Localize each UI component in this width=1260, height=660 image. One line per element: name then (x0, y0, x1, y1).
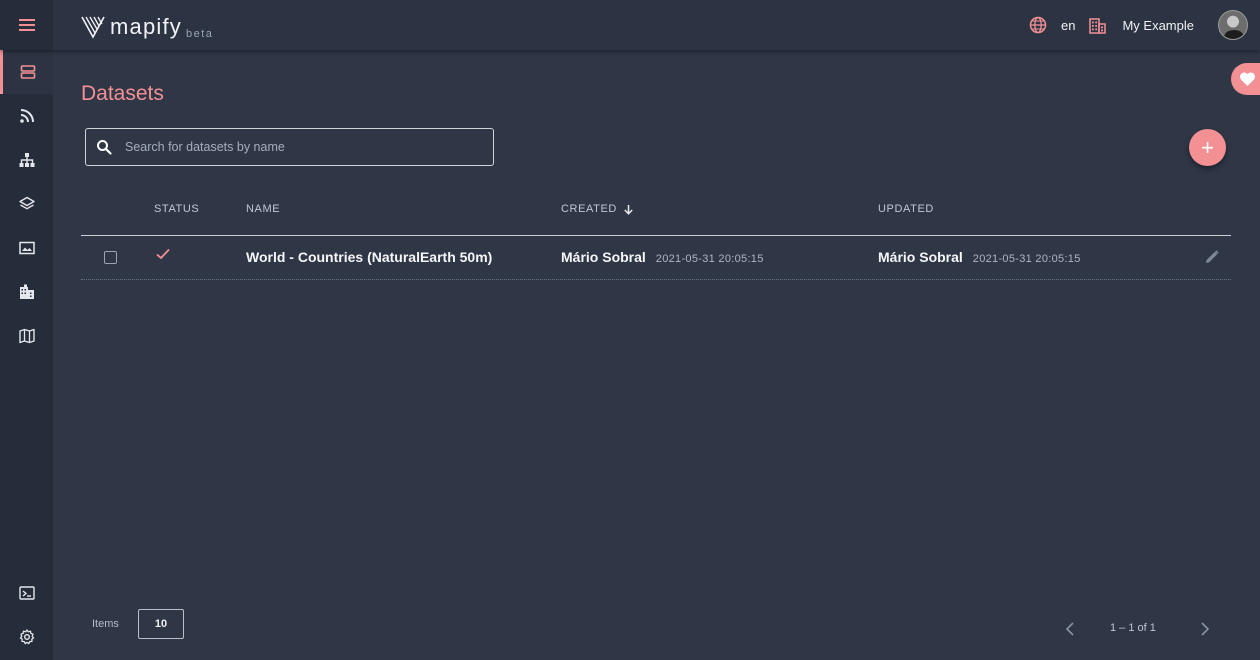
logo-text: mapify (110, 14, 182, 39)
rss-feed-icon (19, 109, 34, 123)
top-bar: mapify beta en My Example (0, 0, 1260, 50)
column-header-name[interactable]: NAME (246, 203, 280, 215)
column-header-updated[interactable]: UPDATED (878, 203, 934, 215)
sort-descending-icon (624, 204, 633, 215)
top-right-actions: en My Example (1029, 0, 1260, 50)
items-per-page-value: 10 (154, 618, 168, 630)
table-row[interactable]: World - Countries (NaturalEarth 50m) Már… (81, 236, 1231, 280)
language-selector[interactable]: en (1061, 18, 1075, 33)
sidebar-item-organizations[interactable] (0, 270, 53, 314)
globe-icon[interactable] (1029, 16, 1047, 34)
search-input[interactable] (125, 140, 465, 154)
heart-icon (1239, 72, 1256, 86)
sidebar-item-settings[interactable] (0, 615, 53, 659)
sidebar (0, 50, 53, 660)
sidebar-item-images[interactable] (0, 226, 53, 270)
sidebar-item-datasets[interactable] (0, 50, 53, 94)
column-label-status: STATUS (154, 203, 200, 215)
image-icon (18, 241, 35, 255)
column-label-updated: UPDATED (878, 203, 934, 215)
pagination-range: 1 – 1 of 1 (1110, 622, 1156, 634)
created-cell: Mário Sobral 2021-05-31 20:05:15 (561, 249, 764, 265)
sidebar-item-maps[interactable] (0, 314, 53, 358)
add-dataset-button[interactable]: + (1189, 129, 1226, 166)
organization-icon[interactable] (1089, 17, 1107, 34)
datasets-icon (20, 65, 36, 79)
terminal-icon (18, 586, 35, 600)
next-page-icon[interactable] (1198, 621, 1212, 637)
mapify-logo-icon (81, 16, 105, 39)
table-header: STATUS NAME CREATED UPDATED (81, 190, 1231, 236)
items-per-page-label: Items (92, 618, 119, 630)
hamburger-menu-button[interactable] (0, 0, 53, 50)
user-avatar[interactable] (1218, 10, 1248, 40)
row-checkbox[interactable] (104, 251, 117, 264)
items-per-page-select[interactable]: 10 (138, 609, 184, 639)
edit-pencil-icon[interactable] (1204, 249, 1220, 265)
sidebar-item-console[interactable] (0, 571, 53, 615)
plus-icon: + (1201, 134, 1214, 160)
app-logo[interactable]: mapify beta (81, 10, 213, 40)
hamburger-icon (18, 19, 35, 31)
updated-at: 2021-05-31 20:05:15 (972, 253, 1081, 265)
column-label-name: NAME (246, 203, 281, 215)
created-at: 2021-05-31 20:05:15 (655, 253, 764, 265)
sidebar-item-layers[interactable] (0, 182, 53, 226)
column-header-status[interactable]: STATUS (154, 203, 199, 215)
organization-name[interactable]: My Example (1122, 18, 1194, 33)
building-icon (19, 284, 34, 299)
sidebar-item-sitemap[interactable] (0, 138, 53, 182)
column-label-created: CREATED (561, 203, 617, 215)
updated-cell: Mário Sobral 2021-05-31 20:05:15 (878, 249, 1081, 265)
sitemap-icon (19, 153, 34, 167)
status-ok-check-icon (156, 248, 170, 260)
layers-icon (18, 196, 35, 210)
beta-badge: beta (186, 28, 214, 40)
previous-page-icon[interactable] (1063, 621, 1077, 637)
page-title: Datasets (81, 82, 164, 105)
search-icon (97, 140, 112, 155)
updated-by: Mário Sobral (878, 249, 963, 265)
dataset-name[interactable]: World - Countries (NaturalEarth 50m) (246, 249, 492, 265)
map-icon (18, 328, 35, 344)
settings-icon (19, 629, 34, 645)
favorites-tab[interactable] (1231, 63, 1260, 95)
sidebar-item-feeds[interactable] (0, 94, 53, 138)
search-field[interactable] (85, 128, 494, 166)
column-header-created[interactable]: CREATED (561, 203, 634, 215)
created-by: Mário Sobral (561, 249, 646, 265)
